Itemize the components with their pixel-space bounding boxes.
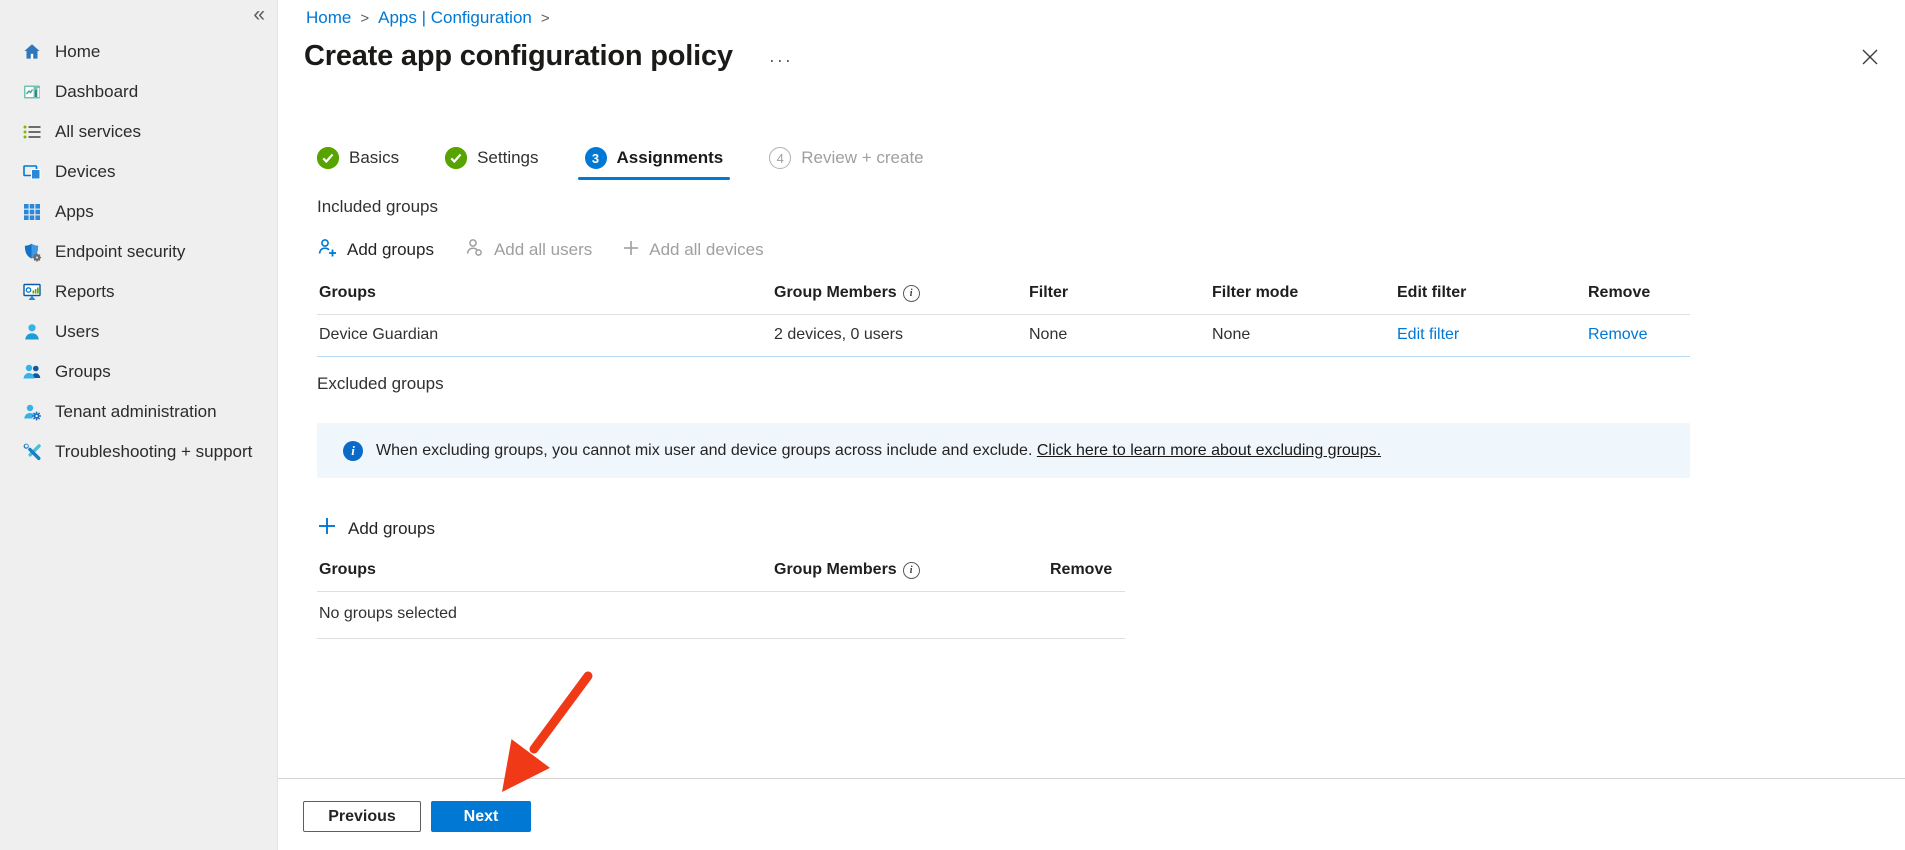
cell-filter: None — [1027, 315, 1210, 356]
tenant-administration-icon — [22, 402, 42, 422]
groups-icon — [22, 362, 42, 382]
tab-basics[interactable]: Basics — [317, 147, 399, 169]
wizard-steps: Basics Settings 3 Assignments 4 Review +… — [317, 147, 924, 169]
previous-button[interactable]: Previous — [303, 801, 421, 832]
sidebar-item-label: Troubleshooting + support — [55, 442, 252, 462]
step-label: Assignments — [617, 148, 724, 168]
column-header-group-members: Group Members i — [772, 276, 1027, 314]
column-header-edit-filter: Edit filter — [1395, 276, 1586, 314]
sidebar-item-label: Home — [55, 42, 100, 62]
cell-group-name: Device Guardian — [317, 315, 772, 356]
step-label: Review + create — [801, 148, 923, 168]
add-all-devices-button[interactable]: Add all devices — [622, 239, 763, 262]
sidebar-collapse-icon[interactable]: « — [253, 3, 265, 27]
cell-group-members: 2 devices, 0 users — [772, 315, 1027, 356]
sidebar-item-reports[interactable]: Reports — [0, 272, 277, 312]
breadcrumb-home-link[interactable]: Home — [306, 8, 351, 28]
cell-filter-mode: None — [1210, 315, 1395, 356]
breadcrumb-separator: > — [360, 10, 369, 27]
included-groups-table: Groups Group Members i Filter Filter mod… — [317, 276, 1690, 357]
sidebar-item-label: Dashboard — [55, 82, 138, 102]
add-all-users-button[interactable]: Add all users — [464, 237, 592, 263]
column-header-filter: Filter — [1027, 276, 1210, 314]
step-complete-check-icon — [317, 147, 339, 169]
column-header-remove: Remove — [1586, 276, 1690, 314]
sidebar-item-home[interactable]: Home — [0, 32, 277, 72]
excluded-table-header: Groups Group Members i Remove — [317, 553, 1125, 592]
column-header-groups: Groups — [317, 553, 772, 591]
reports-icon — [22, 282, 42, 302]
column-header-filter-mode: Filter mode — [1210, 276, 1395, 314]
info-icon[interactable]: i — [903, 285, 920, 302]
column-header-groups: Groups — [317, 276, 772, 314]
sidebar-nav: Home Dashboard All services Devices Apps — [0, 32, 277, 472]
all-services-icon — [22, 122, 42, 142]
sidebar-item-all-services[interactable]: All services — [0, 112, 277, 152]
step-label: Basics — [349, 148, 399, 168]
step-label: Settings — [477, 148, 538, 168]
sidebar-item-label: Apps — [55, 202, 94, 222]
info-icon[interactable]: i — [903, 562, 920, 579]
troubleshooting-icon — [22, 442, 42, 462]
tab-assignments[interactable]: 3 Assignments — [585, 147, 724, 169]
more-options-icon[interactable]: ··· — [769, 42, 793, 71]
banner-message: When excluding groups, you cannot mix us… — [376, 442, 1032, 459]
left-nav-sidebar: « Home Dashboard All services Devices — [0, 0, 278, 850]
tab-settings[interactable]: Settings — [445, 147, 538, 169]
remove-link[interactable]: Remove — [1586, 315, 1690, 356]
sidebar-item-label: All services — [55, 122, 141, 142]
close-icon[interactable] — [1859, 46, 1881, 68]
sidebar-item-label: Groups — [55, 362, 111, 382]
included-actions: Add groups Add all users Add all devices — [317, 237, 764, 263]
person-all-icon — [464, 237, 485, 263]
included-groups-heading: Included groups — [317, 197, 438, 217]
sidebar-item-users[interactable]: Users — [0, 312, 277, 352]
empty-state-text: No groups selected — [317, 592, 1125, 639]
sidebar-item-devices[interactable]: Devices — [0, 152, 277, 192]
column-header-remove: Remove — [1048, 553, 1125, 591]
person-add-icon — [317, 237, 338, 263]
excluded-groups-table: Groups Group Members i Remove No groups … — [317, 553, 1125, 639]
info-banner: i When excluding groups, you cannot mix … — [317, 423, 1690, 478]
sidebar-item-endpoint-security[interactable]: Endpoint security — [0, 232, 277, 272]
column-header-group-members: Group Members i — [772, 553, 1048, 591]
sidebar-item-label: Devices — [55, 162, 115, 182]
step-number-badge: 3 — [585, 147, 607, 169]
excluded-add-groups-button[interactable]: Add groups — [317, 516, 435, 541]
sidebar-item-apps[interactable]: Apps — [0, 192, 277, 232]
sidebar-item-label: Endpoint security — [55, 242, 185, 262]
add-groups-button[interactable]: Add groups — [317, 237, 434, 263]
apps-icon — [22, 202, 42, 222]
plus-icon — [622, 239, 640, 262]
main-content: Home > Apps | Configuration > Create app… — [278, 0, 1905, 850]
tab-review-create[interactable]: 4 Review + create — [769, 147, 923, 169]
included-table-header: Groups Group Members i Filter Filter mod… — [317, 276, 1690, 315]
sidebar-item-label: Tenant administration — [55, 402, 217, 422]
home-icon — [22, 42, 42, 62]
excluded-groups-heading: Excluded groups — [317, 374, 444, 394]
info-banner-icon: i — [343, 441, 363, 461]
sidebar-item-label: Users — [55, 322, 99, 342]
footer-divider — [278, 778, 1905, 779]
endpoint-security-icon — [22, 242, 42, 262]
step-complete-check-icon — [445, 147, 467, 169]
breadcrumb: Home > Apps | Configuration > — [306, 8, 550, 28]
sidebar-item-troubleshooting-support[interactable]: Troubleshooting + support — [0, 432, 277, 472]
edit-filter-link[interactable]: Edit filter — [1395, 315, 1586, 356]
users-icon — [22, 322, 42, 342]
breadcrumb-separator: > — [541, 10, 550, 27]
plus-icon — [317, 516, 337, 541]
dashboard-icon — [22, 82, 42, 102]
excluding-groups-learn-more-link[interactable]: Click here to learn more about excluding… — [1037, 442, 1381, 459]
sidebar-item-label: Reports — [55, 282, 115, 302]
sidebar-item-groups[interactable]: Groups — [0, 352, 277, 392]
page-title: Create app configuration policy — [304, 40, 733, 73]
devices-icon — [22, 162, 42, 182]
sidebar-item-dashboard[interactable]: Dashboard — [0, 72, 277, 112]
breadcrumb-apps-configuration-link[interactable]: Apps | Configuration — [378, 8, 532, 28]
sidebar-item-tenant-administration[interactable]: Tenant administration — [0, 392, 277, 432]
step-number-badge: 4 — [769, 147, 791, 169]
next-button[interactable]: Next — [431, 801, 531, 832]
table-row: Device Guardian 2 devices, 0 users None … — [317, 315, 1690, 357]
